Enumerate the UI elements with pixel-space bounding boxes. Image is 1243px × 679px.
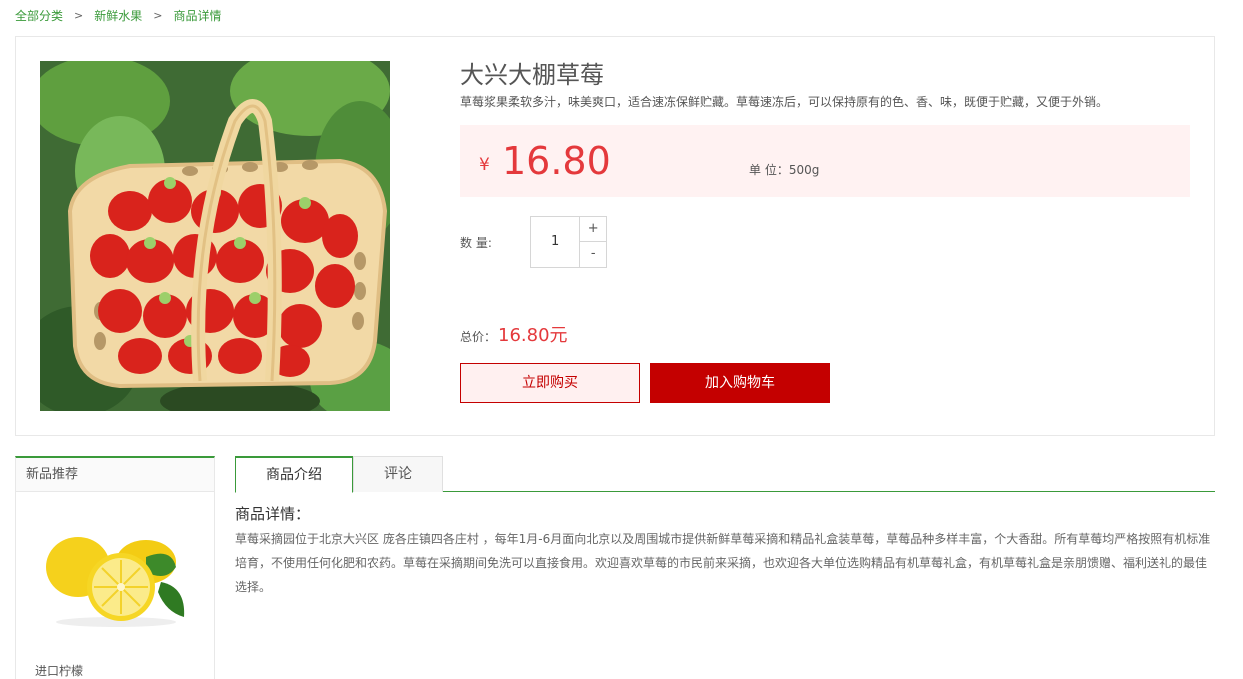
detail-tabs: 商品介绍 评论: [235, 456, 1215, 493]
product-detail-page: 全部分类 > 新鲜水果 > 商品详情 大兴大棚草莓 草莓浆果柔软多汁，味美爽口，…: [0, 0, 1243, 679]
product-image: [40, 61, 390, 411]
product-info: 大兴大棚草莓 草莓浆果柔软多汁，味美爽口，适合速冻保鲜贮藏。草莓速冻后，可以保持…: [460, 59, 1192, 403]
product-price: 16.80: [502, 139, 611, 183]
quantity-input[interactable]: 1: [531, 217, 581, 267]
product-detail-content: 商品详情： 草莓采摘园位于北京大兴区 庞各庄镇四各庄村 ，每年1月-6月面向北京…: [235, 503, 1215, 599]
quantity-stepper: 1 + -: [530, 216, 607, 268]
unit-info: 单 位：500g: [749, 161, 819, 178]
breadcrumb-product-detail[interactable]: 商品详情: [173, 7, 221, 25]
breadcrumb-fresh-fruit[interactable]: 新鲜水果: [94, 7, 142, 25]
total-value: 16.80元: [498, 325, 568, 346]
unit-label: 单 位：: [749, 163, 789, 177]
tab-comments[interactable]: 评论: [353, 456, 443, 492]
unit-value: 500g: [788, 163, 820, 177]
new-products-panel: 新品推荐 进口柠檬: [15, 456, 215, 679]
strawberry-basket-image: [40, 61, 390, 411]
breadcrumb-all-categories[interactable]: 全部分类: [15, 7, 63, 25]
quantity-buttons: + -: [580, 217, 606, 267]
detail-heading: 商品详情：: [235, 505, 311, 523]
tab-product-intro[interactable]: 商品介绍: [235, 456, 353, 493]
breadcrumb-separator: >: [153, 9, 163, 22]
total-label: 总价：: [460, 330, 497, 344]
product-title: 大兴大棚草莓: [460, 61, 604, 89]
detail-text: 草莓采摘园位于北京大兴区 庞各庄镇四各庄村 ，每年1月-6月面向北京以及周围城市…: [235, 532, 1211, 594]
total-price-row: 总价： 16.80元: [460, 321, 568, 347]
product-description: 草莓浆果柔软多汁，味美爽口，适合速冻保鲜贮藏。草莓速冻后，可以保持原有的色、香、…: [460, 95, 1109, 109]
quantity-decrease-button[interactable]: -: [580, 242, 606, 267]
new-products-heading: 新品推荐: [16, 458, 214, 492]
lemon-image: [46, 537, 185, 627]
price-panel: ¥ 16.80 单 位：500g: [460, 125, 1190, 197]
product-summary: 大兴大棚草莓 草莓浆果柔软多汁，味美爽口，适合速冻保鲜贮藏。草莓速冻后，可以保持…: [15, 36, 1215, 436]
breadcrumb: 全部分类 > 新鲜水果 > 商品详情: [15, 7, 221, 25]
breadcrumb-separator: >: [74, 9, 84, 22]
currency-symbol: ¥: [479, 155, 490, 175]
quantity-row: 数 量: 1 + -: [460, 216, 760, 268]
quantity-label: 数 量:: [460, 236, 492, 250]
buy-now-button[interactable]: 立即购买: [460, 363, 640, 403]
new-product-name[interactable]: 进口柠檬: [35, 662, 83, 679]
quantity-increase-button[interactable]: +: [580, 217, 606, 242]
add-to-cart-button[interactable]: 加入购物车: [650, 363, 830, 403]
